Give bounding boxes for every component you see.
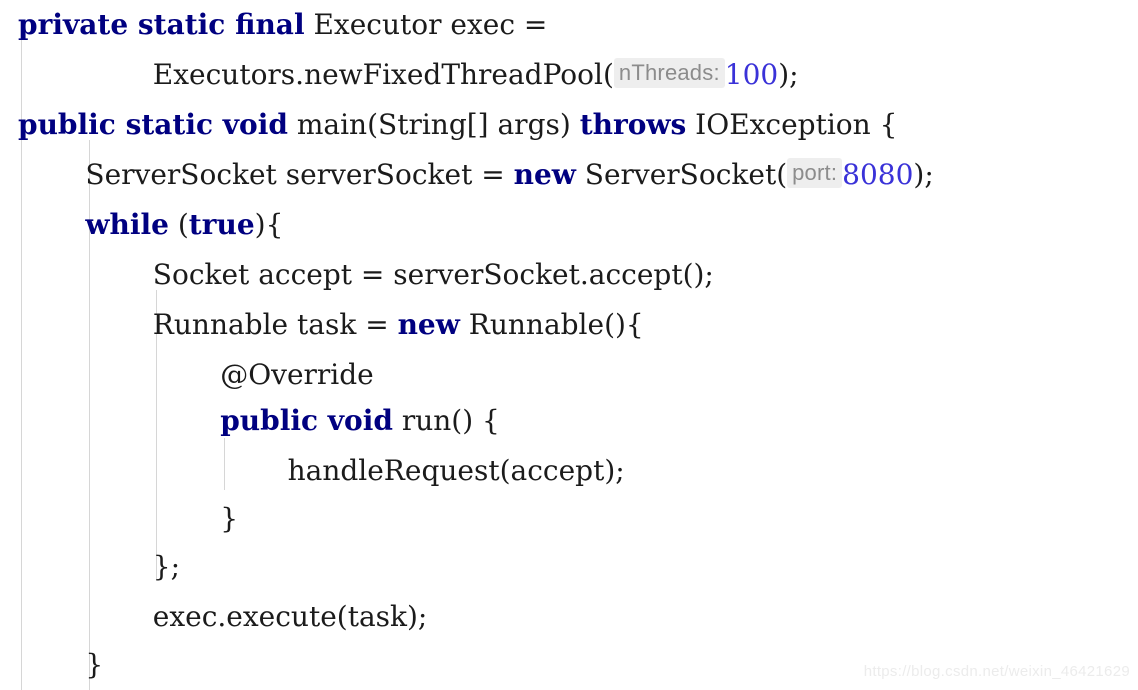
code-token-kw: throws [579,108,687,141]
code-line[interactable]: public static void main(String[] args) t… [0,100,897,150]
code-line[interactable]: exec.execute(task); [0,592,428,642]
code-token-kw: while [85,208,169,241]
code-token-plain: ); [778,58,799,91]
code-token-plain: } [220,502,239,535]
code-token-plain: Executors.newFixedThreadPool( [152,58,614,91]
code-token-kw: true [188,208,255,241]
code-token-kw: new [397,308,460,341]
code-token-plain: }; [152,550,181,583]
code-line[interactable]: ServerSocket serverSocket = new ServerSo… [0,150,934,200]
code-token-plain: handleRequest(accept); [287,454,625,487]
code-token-plain: ( [168,208,189,241]
code-token-plain: exec.execute(task); [152,600,428,633]
code-token-kw: public static void [18,108,288,141]
code-line[interactable]: while (true){ [0,200,283,250]
code-token-plain: Executor exec = [304,8,548,41]
code-token-plain: ServerSocket( [575,158,788,191]
code-token-plain: @Override [220,358,374,391]
code-line[interactable]: }; [0,542,180,592]
code-token-plain: main(String[] args) [287,108,580,141]
code-line[interactable]: Executors.newFixedThreadPool(nThreads: 10… [0,50,799,100]
parameter-name-hint: port: [787,158,843,188]
code-token-plain: Socket accept = serverSocket.accept(); [152,258,714,291]
code-line[interactable]: } [0,640,103,690]
watermark-text: https://blog.csdn.net/weixin_46421629 [863,663,1130,680]
code-token-plain: Runnable(){ [459,308,644,341]
code-token-plain: run() { [392,404,500,437]
code-line[interactable]: Runnable task = new Runnable(){ [0,300,644,350]
code-token-kw: public void [220,404,393,437]
code-line[interactable]: private static final Executor exec = [0,0,547,50]
code-token-num: 100 [724,58,779,91]
code-token-plain: ServerSocket serverSocket = [85,158,514,191]
code-line[interactable]: @Override [0,350,374,400]
code-token-plain: ){ [254,208,284,241]
code-token-plain: Runnable task = [152,308,398,341]
code-token-plain: } [85,648,104,681]
code-token-plain: IOException { [686,108,898,141]
code-editor-surface: private static final Executor exec = Exec… [0,0,1138,690]
code-line[interactable]: handleRequest(accept); [0,446,625,496]
code-token-plain: ); [913,158,934,191]
code-token-kw: new [513,158,576,191]
parameter-name-hint: nThreads: [613,58,725,88]
code-token-kw: private static final [18,8,305,41]
code-line[interactable]: } [0,494,238,544]
code-line[interactable]: public void run() { [0,396,500,446]
code-token-num: 8080 [842,158,914,191]
code-line[interactable]: Socket accept = serverSocket.accept(); [0,250,714,300]
